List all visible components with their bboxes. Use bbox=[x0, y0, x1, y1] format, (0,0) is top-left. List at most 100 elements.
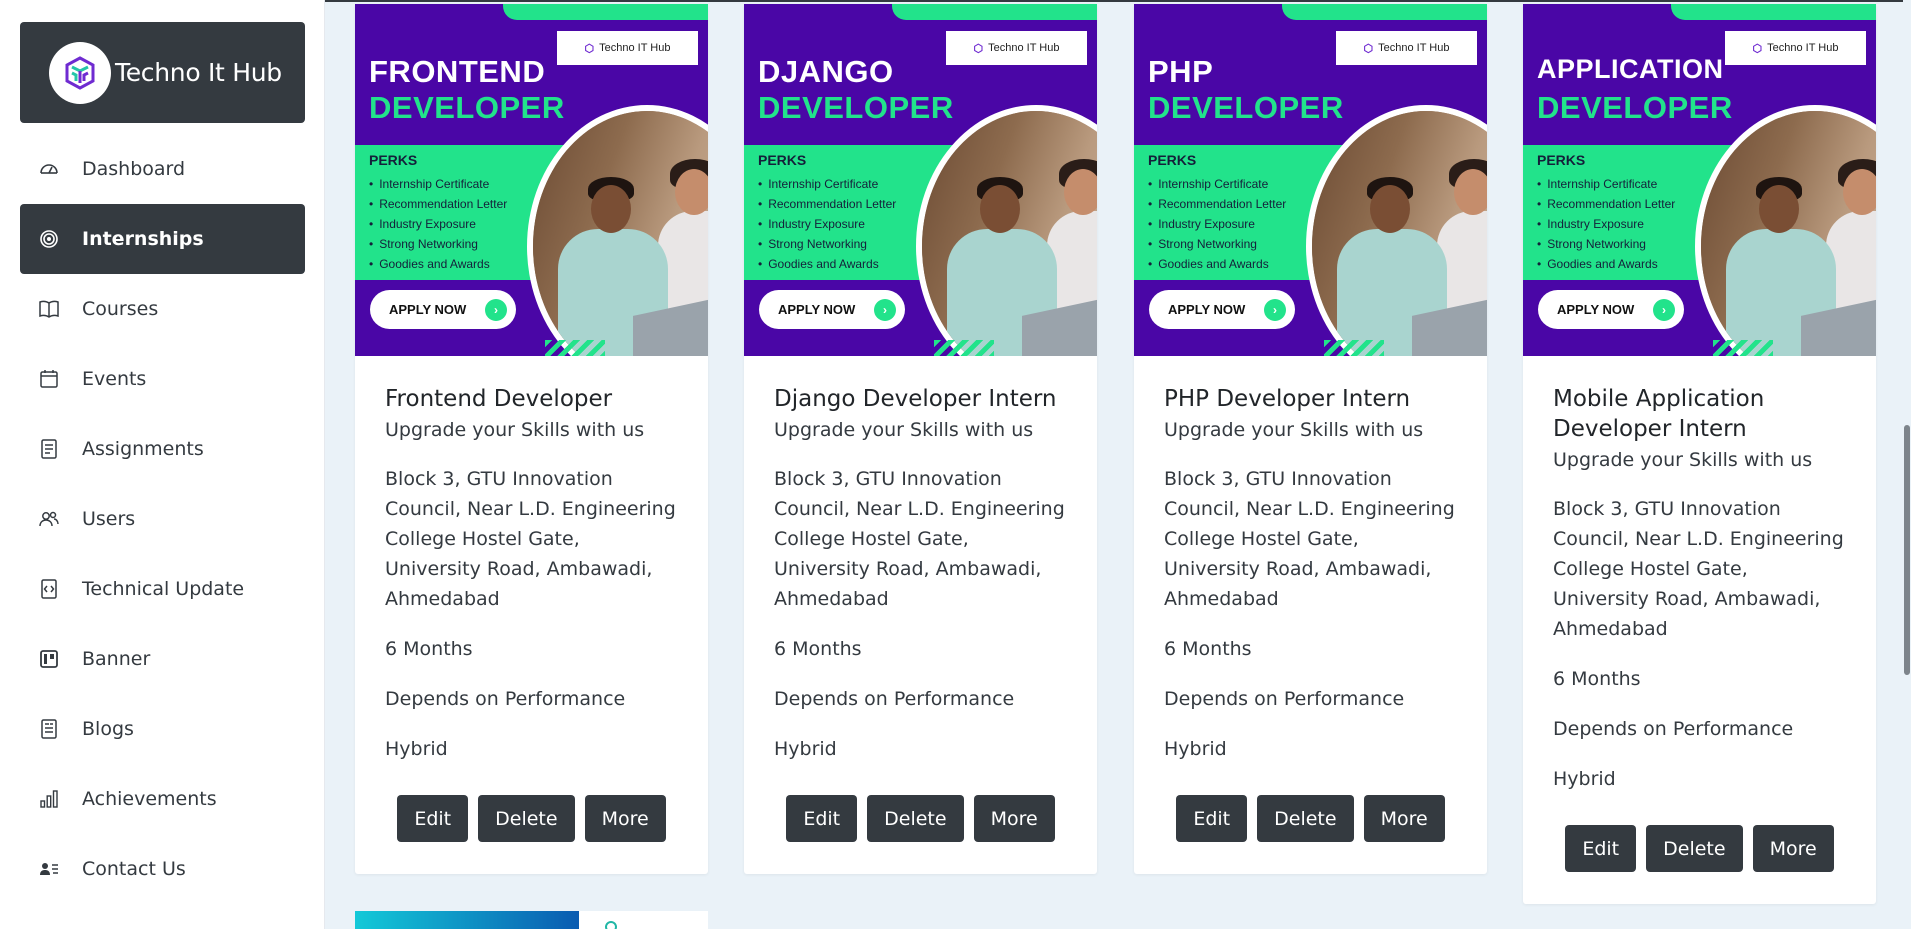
poster-brand-text: Techno IT Hub bbox=[988, 42, 1060, 54]
perk-item: Internship Certificate bbox=[758, 174, 896, 194]
card-stipend: Depends on Performance bbox=[385, 688, 626, 710]
techno-it-hub-logo-icon bbox=[49, 41, 111, 104]
card-title: PHP Developer Intern bbox=[1164, 386, 1411, 412]
card-mode: Hybrid bbox=[1164, 738, 1227, 760]
sidebar-item-events[interactable]: Events bbox=[20, 344, 305, 414]
poster-perks-list: Internship Certificate Recommendation Le… bbox=[1148, 174, 1286, 274]
card-actions: Edit Delete More bbox=[1523, 825, 1876, 904]
card-stipend: Depends on Performance bbox=[1164, 688, 1405, 710]
internship-poster-image: ⬡ Techno IT Hub APPLICATION DEVELOPER PER… bbox=[1523, 4, 1876, 356]
sidebar-item-dashboard[interactable]: Dashboard bbox=[20, 134, 305, 204]
blog-document-icon bbox=[38, 718, 60, 740]
sidebar-item-users[interactable]: Users bbox=[20, 484, 305, 554]
sidebar-item-banner[interactable]: Banner bbox=[20, 624, 305, 694]
more-button[interactable]: More bbox=[973, 795, 1055, 842]
sidebar-item-label: Blogs bbox=[82, 718, 134, 740]
poster-accent bbox=[892, 4, 1097, 20]
dashboard-gauge-icon bbox=[38, 158, 60, 180]
arrow-right-icon: › bbox=[1264, 299, 1286, 321]
more-button[interactable]: More bbox=[1752, 825, 1834, 872]
sidebar-item-blogs[interactable]: Blogs bbox=[20, 694, 305, 764]
card-duration: 6 Months bbox=[774, 638, 862, 660]
sidebar-item-label: Assignments bbox=[82, 438, 204, 460]
poster-brand-text: Techno IT Hub bbox=[1378, 42, 1450, 54]
internship-card-partial bbox=[355, 911, 708, 929]
poster-stripes bbox=[934, 340, 994, 356]
poster-perks-title: PERKS bbox=[1148, 152, 1197, 168]
edit-button[interactable]: Edit bbox=[1176, 795, 1248, 842]
perk-item: Strong Networking bbox=[758, 234, 896, 254]
sidebar-item-achievements[interactable]: Achievements bbox=[20, 764, 305, 834]
sidebar-nav: Dashboard Internships Courses Events Ass… bbox=[20, 134, 305, 904]
poster-stripes bbox=[1713, 340, 1773, 356]
brand-name: Techno It Hub bbox=[115, 58, 282, 87]
card-title: Mobile Application Developer Intern bbox=[1553, 386, 1765, 442]
edit-button[interactable]: Edit bbox=[786, 795, 858, 842]
card-duration: 6 Months bbox=[1164, 638, 1252, 660]
sidebar-item-contact-us[interactable]: Contact Us bbox=[20, 834, 305, 904]
poster-perks-title: PERKS bbox=[758, 152, 807, 168]
internship-card: ⬡ Techno IT Hub APPLICATION DEVELOPER PER… bbox=[1523, 4, 1876, 904]
more-button[interactable]: More bbox=[1363, 795, 1445, 842]
calendar-icon bbox=[38, 368, 60, 390]
poster-accent bbox=[1671, 4, 1876, 20]
sidebar-item-internships[interactable]: Internships bbox=[20, 204, 305, 274]
card-body: Django Developer Intern Upgrade your Ski… bbox=[744, 356, 1097, 764]
card-subtitle: Upgrade your Skills with us bbox=[1553, 449, 1813, 471]
poster-stripes bbox=[1324, 340, 1384, 356]
poster-photo bbox=[916, 105, 1097, 356]
perk-item: Industry Exposure bbox=[758, 214, 896, 234]
sidebar-item-label: Technical Update bbox=[82, 578, 245, 600]
perk-item: Internship Certificate bbox=[369, 174, 507, 194]
sidebar-item-label: Achievements bbox=[82, 788, 217, 810]
sidebar-item-label: Banner bbox=[82, 648, 151, 670]
scrollbar-thumb[interactable] bbox=[1904, 425, 1910, 675]
poster-title: PHP bbox=[1148, 54, 1214, 89]
poster-brand-text: Techno IT Hub bbox=[599, 42, 671, 54]
users-icon bbox=[38, 508, 60, 530]
sidebar-item-courses[interactable]: Courses bbox=[20, 274, 305, 344]
poster-logo-icon: ⬡ bbox=[584, 42, 595, 55]
perk-item: Strong Networking bbox=[369, 234, 507, 254]
arrow-right-icon: › bbox=[874, 299, 896, 321]
perk-item: Industry Exposure bbox=[1148, 214, 1286, 234]
card-address: Block 3, GTU Innovation Council, Near L.… bbox=[1164, 468, 1455, 610]
card-mode: Hybrid bbox=[1553, 768, 1616, 790]
sidebar-item-label: Users bbox=[82, 508, 136, 530]
card-address: Block 3, GTU Innovation Council, Near L.… bbox=[385, 468, 676, 610]
card-body: Mobile Application Developer Intern Upgr… bbox=[1523, 356, 1876, 794]
edit-button[interactable]: Edit bbox=[1565, 825, 1637, 872]
card-mode: Hybrid bbox=[774, 738, 837, 760]
perk-item: Industry Exposure bbox=[1537, 214, 1675, 234]
arrow-right-icon: › bbox=[1653, 299, 1675, 321]
scrollbar[interactable] bbox=[1903, 0, 1911, 929]
more-button[interactable]: More bbox=[584, 795, 666, 842]
poster-brand-logo: ⬡ Techno IT Hub bbox=[946, 31, 1087, 65]
delete-button[interactable]: Delete bbox=[1257, 795, 1354, 842]
poster-logo-icon: ⬡ bbox=[973, 42, 984, 55]
poster-logo-icon bbox=[605, 921, 617, 929]
perk-item: Internship Certificate bbox=[1148, 174, 1286, 194]
delete-button[interactable]: Delete bbox=[1646, 825, 1743, 872]
target-icon bbox=[38, 228, 60, 250]
brand-header[interactable]: Techno It Hub bbox=[20, 22, 305, 123]
poster-gradient bbox=[355, 911, 579, 929]
delete-button[interactable]: Delete bbox=[867, 795, 964, 842]
sidebar-item-assignments[interactable]: Assignments bbox=[20, 414, 305, 484]
perk-item: Strong Networking bbox=[1537, 234, 1675, 254]
delete-button[interactable]: Delete bbox=[478, 795, 575, 842]
perk-item: Goodies and Awards bbox=[1148, 254, 1286, 274]
poster-perks-title: PERKS bbox=[369, 152, 418, 168]
internship-poster-image: ⬡Techno IT Hub PHP DEVELOPER PERKS Inter… bbox=[1134, 4, 1487, 356]
poster-photo bbox=[1695, 105, 1876, 356]
poster-apply-badge: APPLY NOW › bbox=[759, 290, 905, 329]
poster-apply-text: APPLY NOW bbox=[1557, 302, 1635, 317]
sidebar-item-technical-update[interactable]: Technical Update bbox=[20, 554, 305, 624]
poster-photo bbox=[1306, 105, 1487, 356]
poster-apply-text: APPLY NOW bbox=[1168, 302, 1246, 317]
perk-item: Recommendation Letter bbox=[1537, 194, 1675, 214]
poster-perks-list: Internship Certificate Recommendation Le… bbox=[758, 174, 896, 274]
poster-stripes bbox=[545, 340, 605, 356]
edit-button[interactable]: Edit bbox=[397, 795, 469, 842]
sidebar-item-label: Events bbox=[82, 368, 147, 390]
